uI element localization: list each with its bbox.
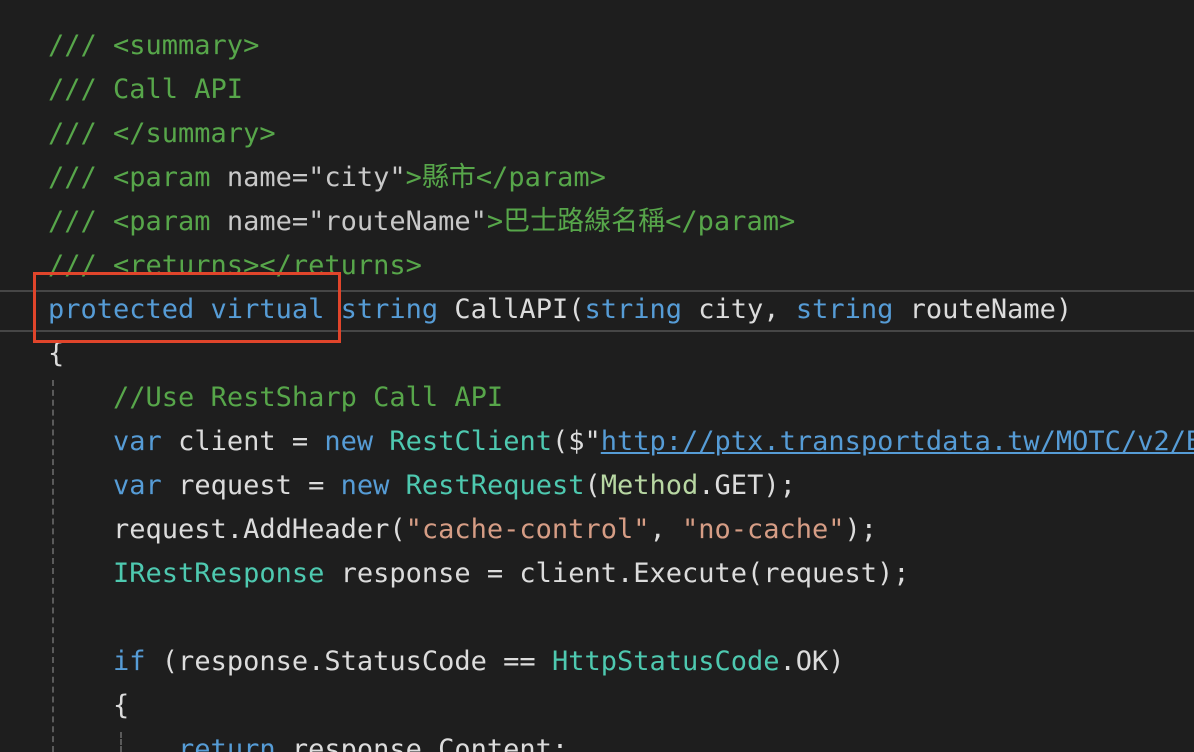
code-token: >縣市</param>: [405, 162, 606, 193]
code-line[interactable]: var client = new RestClient($"http://ptx…: [48, 420, 1194, 464]
code-line[interactable]: /// Call API: [48, 68, 243, 112]
code-token: IRestResponse: [113, 558, 325, 589]
code-token: city,: [682, 294, 796, 325]
code-token: ($": [551, 426, 601, 457]
code-token: HttpStatusCode: [551, 646, 780, 677]
code-token: ,: [649, 514, 682, 545]
code-token: CallAPI(: [438, 294, 585, 325]
code-token: response = client.Execute(request);: [324, 558, 910, 589]
code-token: response.Content;: [275, 734, 569, 752]
code-token: (: [584, 470, 601, 501]
code-token: http://ptx.transportdata.tw/MOTC/v2/Bus/: [600, 426, 1194, 457]
code-token: Method: [600, 470, 699, 501]
code-line[interactable]: /// </summary>: [48, 112, 276, 156]
code-token: string: [340, 294, 439, 325]
code-token: return: [178, 734, 276, 752]
code-token: .OK): [779, 646, 845, 677]
code-token: "cache-control": [405, 514, 650, 545]
code-token: (response.StatusCode ==: [145, 646, 552, 677]
code-token: {: [48, 690, 130, 721]
code-token: //Use RestSharp Call API: [113, 382, 504, 413]
code-line[interactable]: request.AddHeader("cache-control", "no-c…: [48, 508, 877, 552]
code-token: .GET);: [698, 470, 796, 501]
code-token: "no-cache": [681, 514, 845, 545]
code-line[interactable]: IRestResponse response = client.Execute(…: [48, 552, 910, 596]
highlight-annotation-box: [33, 272, 341, 343]
code-token: /// <param: [48, 162, 227, 193]
code-token: /// <param: [48, 206, 227, 237]
code-token: var: [113, 426, 162, 457]
code-token: RestRequest: [405, 470, 585, 501]
code-token: /// <summary>: [48, 30, 260, 61]
code-token: new: [324, 426, 374, 457]
code-token: string: [795, 294, 894, 325]
code-line[interactable]: return response.Content;: [48, 728, 568, 752]
code-token: if: [113, 646, 146, 677]
code-line[interactable]: if (response.StatusCode == HttpStatusCod…: [48, 640, 845, 684]
code-token: client =: [161, 426, 325, 457]
code-token: name="city": [226, 162, 406, 193]
code-token: request.AddHeader(: [48, 514, 406, 545]
code-token: string: [584, 294, 683, 325]
code-token: new: [340, 470, 390, 501]
code-token: >巴士路線名稱</param>: [486, 206, 796, 237]
code-line[interactable]: var request = new RestRequest(Method.GET…: [48, 464, 796, 508]
code-token: /// </summary>: [48, 118, 276, 149]
code-token: RestClient: [389, 426, 552, 457]
code-token: );: [844, 514, 878, 545]
code-line[interactable]: //Use RestSharp Call API: [48, 376, 503, 420]
code-token: /// Call API: [48, 74, 244, 105]
code-line[interactable]: /// <param name="city">縣市</param>: [48, 156, 606, 200]
code-line[interactable]: /// <summary>: [48, 24, 259, 68]
code-line[interactable]: /// <param name="routeName">巴士路線名稱</para…: [48, 200, 795, 244]
code-line[interactable]: {: [48, 684, 129, 728]
code-editor[interactable]: /// <summary> /// Call API /// </summary> /…: [0, 0, 1194, 752]
code-token: name="routeName": [226, 206, 487, 237]
code-token: routeName): [893, 294, 1073, 325]
code-token: request =: [161, 470, 341, 501]
code-token: var: [113, 470, 162, 501]
